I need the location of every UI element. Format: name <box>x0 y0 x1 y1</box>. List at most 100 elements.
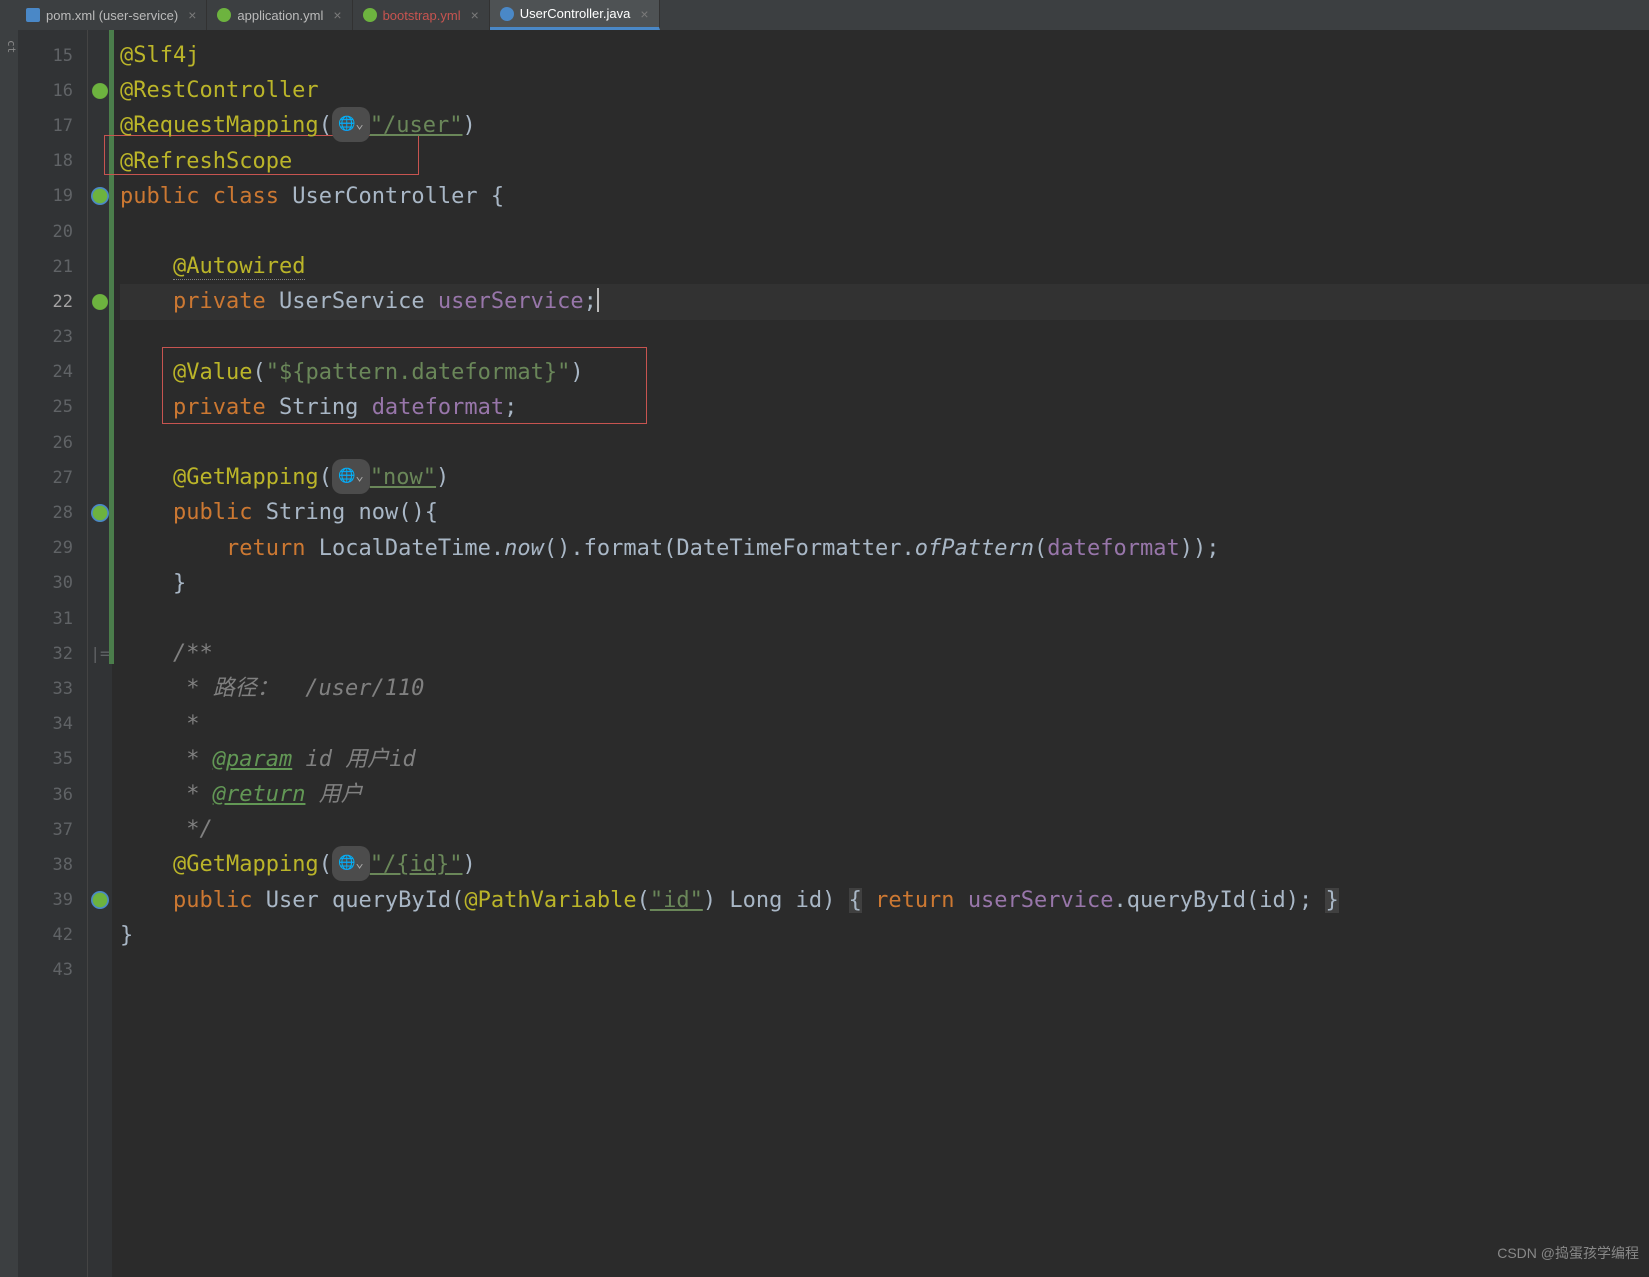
keyword: private <box>173 289 266 314</box>
keyword: private <box>173 395 266 420</box>
annotation: @RestController <box>120 78 319 103</box>
url-mapping-icon[interactable]: 🌐⌄ <box>332 107 370 142</box>
line-number: 23 <box>53 327 73 347</box>
type: Long <box>729 888 782 913</box>
comment: 路径： /user/110 <box>213 676 425 701</box>
annotation: @GetMapping <box>173 465 319 490</box>
close-icon[interactable]: × <box>333 7 341 23</box>
tab-usercontroller[interactable]: UserController.java × <box>490 0 660 30</box>
maven-icon <box>26 8 40 22</box>
semicolon: ; <box>584 289 597 314</box>
url-mapping-icon[interactable]: 🌐⌄ <box>332 846 370 881</box>
string-literal: "now" <box>370 465 436 490</box>
line-gutter[interactable]: 15 16 17 18 19 20 21 22 23 24 25 26 27 2… <box>18 30 88 1277</box>
editor: ct 15 16 17 18 19 20 21 22 23 24 25 26 2… <box>0 30 1649 1277</box>
tab-pom[interactable]: pom.xml (user-service) × <box>16 0 207 30</box>
spring-bean-icon[interactable] <box>91 82 109 100</box>
keyword: return <box>226 536 305 561</box>
keyword: public <box>120 184 199 209</box>
tool-window-strip[interactable]: ct <box>0 30 18 1277</box>
line-number: 19 <box>53 186 73 206</box>
annotation: @Slf4j <box>120 43 199 68</box>
line-number: 43 <box>53 960 73 980</box>
doc-tag: @param <box>213 747 292 772</box>
tab-label: pom.xml (user-service) <box>46 8 178 23</box>
line-number: 35 <box>53 749 73 769</box>
string-literal: "/user" <box>370 113 463 138</box>
comment: * <box>173 747 213 772</box>
spring-web-icon[interactable] <box>91 187 109 205</box>
field: dateformat <box>372 395 504 420</box>
line-number: 39 <box>53 890 73 910</box>
tab-label: UserController.java <box>520 6 631 21</box>
class-name: UserController <box>292 184 477 209</box>
line-number: 24 <box>53 362 73 382</box>
string-literal: "id" <box>650 888 703 913</box>
annotation: @GetMapping <box>173 852 319 877</box>
spring-icon <box>217 8 231 22</box>
line-number: 30 <box>53 573 73 593</box>
keyword: class <box>213 184 279 209</box>
cursor <box>597 288 599 312</box>
vcs-change-marker <box>109 30 114 664</box>
line-number: 34 <box>53 714 73 734</box>
tab-application-yml[interactable]: application.yml × <box>207 0 352 30</box>
line-number: 20 <box>53 222 73 242</box>
line-number-current: 22 <box>53 292 73 312</box>
watermark: CSDN @捣蛋孩学编程 <box>1497 1236 1639 1271</box>
keyword: public <box>173 500 252 525</box>
spring-autowired-icon[interactable] <box>91 293 109 311</box>
editor-tabs: pom.xml (user-service) × application.yml… <box>0 0 1649 30</box>
close-icon[interactable]: × <box>471 7 479 23</box>
type: String <box>279 395 358 420</box>
line-number: 38 <box>53 855 73 875</box>
line-number: 29 <box>53 538 73 558</box>
string-literal: "${pattern.dateformat}" <box>266 360 571 385</box>
line-number: 25 <box>53 397 73 417</box>
comment: 用户id <box>345 747 416 772</box>
annotation: @PathVariable <box>464 888 636 913</box>
line-number: 27 <box>53 468 73 488</box>
comment: */ <box>173 817 213 842</box>
brace: } <box>173 571 186 596</box>
param: id <box>796 888 823 913</box>
method-name: now <box>358 500 398 525</box>
tab-bootstrap-yml[interactable]: bootstrap.yml × <box>353 0 490 30</box>
spring-web-icon[interactable] <box>91 504 109 522</box>
keyword: return <box>875 888 954 913</box>
line-number: 28 <box>53 503 73 523</box>
type: LocalDateTime <box>319 536 491 561</box>
tab-label: application.yml <box>237 8 323 23</box>
method-call: ofPattern <box>915 536 1034 561</box>
close-icon[interactable]: × <box>188 7 196 23</box>
line-number: 15 <box>53 46 73 66</box>
url-mapping-icon[interactable]: 🌐⌄ <box>332 459 370 494</box>
line-number: 26 <box>53 433 73 453</box>
annotation: @Autowired <box>173 254 305 280</box>
line-number: 18 <box>53 151 73 171</box>
semicolon: ; <box>504 395 517 420</box>
java-class-icon <box>500 7 514 21</box>
method-call: now <box>504 536 544 561</box>
comment: * <box>173 782 213 807</box>
doc-param: id <box>305 747 332 772</box>
annotation: @RefreshScope <box>120 149 292 174</box>
field: dateformat <box>1047 536 1179 561</box>
type: UserService <box>279 289 425 314</box>
line-number: 32 <box>53 644 73 664</box>
spring-web-icon[interactable] <box>91 891 109 909</box>
method-call: format <box>584 536 663 561</box>
line-number: 17 <box>53 116 73 136</box>
close-icon[interactable]: × <box>640 6 648 22</box>
code-area[interactable]: @Slf4j @RestController @RequestMapping(🌐… <box>112 30 1649 1277</box>
comment: * <box>173 676 213 701</box>
line-number: 31 <box>53 609 73 629</box>
param: id <box>1259 888 1286 913</box>
comment: * <box>173 712 200 737</box>
string-literal: "/{id}" <box>370 852 463 877</box>
comment: 用户 <box>319 782 363 807</box>
brace: } <box>120 923 133 948</box>
doc-tag: @return <box>213 782 306 807</box>
line-number: 42 <box>53 925 73 945</box>
line-number: 33 <box>53 679 73 699</box>
